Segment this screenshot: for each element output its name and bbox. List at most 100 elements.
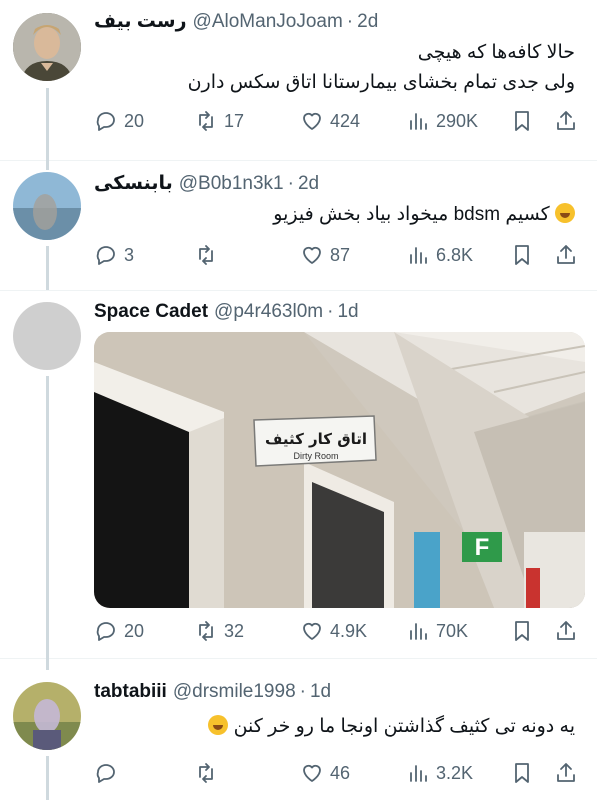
view-count: 70K xyxy=(436,620,469,641)
like-count: 4.9K xyxy=(330,620,368,641)
reply-button[interactable] xyxy=(94,758,124,788)
views-icon xyxy=(410,623,427,640)
views-icon xyxy=(410,765,427,782)
action-bar: 46 3.2K xyxy=(94,758,589,788)
reply-button[interactable]: 3 xyxy=(94,240,134,270)
retweet-button[interactable]: 32 xyxy=(194,616,244,646)
exit-sign-letter: F xyxy=(475,534,490,561)
timestamp[interactable]: 2d xyxy=(357,8,378,36)
bookmark-icon xyxy=(515,111,529,131)
bookmark-button[interactable] xyxy=(510,240,534,270)
views-button[interactable]: 6.8K xyxy=(406,240,473,270)
user-handle[interactable]: @AloManJoJoam xyxy=(193,8,343,36)
display-name[interactable]: tabtabiii xyxy=(94,678,167,706)
timestamp[interactable]: 1d xyxy=(337,298,358,326)
views-button[interactable]: 3.2K xyxy=(406,758,473,788)
share-button[interactable] xyxy=(554,616,578,646)
share-icon xyxy=(557,111,575,130)
bookmark-icon xyxy=(515,245,529,265)
tweet-header: رست بیف @AloManJoJoam · 2d xyxy=(94,8,585,36)
views-button[interactable]: 70K xyxy=(406,616,468,646)
crying-laughing-emoji-icon xyxy=(208,715,229,735)
thread-line xyxy=(46,246,49,290)
separator-dot: · xyxy=(299,681,306,702)
like-icon xyxy=(303,246,321,264)
reply-count: 3 xyxy=(124,244,135,265)
reply-icon xyxy=(96,246,115,265)
view-count: 3.2K xyxy=(436,762,474,783)
retweet-icon xyxy=(199,111,213,131)
retweet-icon xyxy=(199,763,213,783)
like-button[interactable]: 46 xyxy=(300,758,350,788)
tweet-2[interactable]: بابنسکی @B0b1n3k1 · 2d کسیم bdsm میخواد … xyxy=(0,160,597,290)
share-icon xyxy=(557,763,575,782)
bookmark-icon xyxy=(515,763,529,783)
like-count: 46 xyxy=(330,762,351,783)
thread-line xyxy=(46,160,49,170)
timestamp[interactable]: 1d xyxy=(310,678,331,706)
share-icon xyxy=(557,621,575,640)
tweet-text-line: حالا کافه‌ها که هیچی xyxy=(417,42,575,63)
timestamp[interactable]: 2d xyxy=(298,170,319,198)
bookmark-button[interactable] xyxy=(510,106,534,136)
retweet-count: 32 xyxy=(224,620,245,641)
views-icon xyxy=(410,113,427,130)
action-bar: 3 87 6.8K xyxy=(94,240,589,270)
like-icon xyxy=(303,622,321,640)
tweet-photo[interactable]: اتاق کار کثیف Dirty Room F xyxy=(94,332,585,608)
tweet-text: کسیم bdsm میخواد بیاد بخش فیزیو xyxy=(94,200,575,230)
avatar[interactable] xyxy=(13,172,81,240)
separator-dot: · xyxy=(287,173,294,194)
reply-button[interactable]: 20 xyxy=(94,616,144,646)
user-handle[interactable]: @drsmile1998 xyxy=(173,678,296,706)
tweet-header: Space Cadet @p4r463l0m · 1d xyxy=(94,298,585,326)
view-count: 290K xyxy=(436,110,479,131)
bookmark-button[interactable] xyxy=(510,616,534,646)
like-icon xyxy=(303,112,321,130)
user-handle[interactable]: @B0b1n3k1 xyxy=(179,170,284,198)
retweet-count: 17 xyxy=(224,110,245,131)
like-button[interactable]: 424 xyxy=(300,106,360,136)
bookmark-icon xyxy=(515,621,529,641)
retweet-button[interactable]: 17 xyxy=(194,106,244,136)
action-bar: 20 32 4.9K 70K xyxy=(94,616,589,646)
reply-icon xyxy=(96,764,115,783)
tweet-header: بابنسکی @B0b1n3k1 · 2d xyxy=(94,170,585,198)
tweet-text-line: کسیم bdsm میخواد بیاد بخش فیزیو xyxy=(273,204,550,225)
share-icon xyxy=(557,245,575,264)
view-count: 6.8K xyxy=(436,244,474,265)
reply-icon xyxy=(96,112,115,131)
like-icon xyxy=(303,764,321,782)
like-count: 87 xyxy=(330,244,351,265)
like-button[interactable]: 4.9K xyxy=(300,616,367,646)
avatar[interactable] xyxy=(13,302,81,370)
tweet-text: حالا کافه‌ها که هیچی ولی جدی تمام بخشای … xyxy=(94,38,575,98)
share-button[interactable] xyxy=(554,106,578,136)
avatar[interactable] xyxy=(13,13,81,81)
separator-dot: · xyxy=(346,11,354,32)
display-name[interactable]: Space Cadet xyxy=(94,298,208,326)
separator-dot: · xyxy=(327,301,334,322)
like-count: 424 xyxy=(330,110,361,131)
reply-button[interactable]: 20 xyxy=(94,106,144,136)
retweet-button[interactable] xyxy=(194,240,224,270)
like-button[interactable]: 87 xyxy=(300,240,350,270)
display-name[interactable]: بابنسکی xyxy=(94,170,173,198)
thread-line xyxy=(46,88,49,160)
views-button[interactable]: 290K xyxy=(406,106,478,136)
avatar[interactable] xyxy=(13,682,81,750)
thread-line xyxy=(46,658,49,670)
laughing-emoji-icon xyxy=(555,203,575,223)
sign-english-text: Dirty Room xyxy=(293,451,338,461)
bookmark-button[interactable] xyxy=(510,758,534,788)
tweet-1[interactable]: رست بیف @AloManJoJoam · 2d حالا کافه‌ها … xyxy=(0,0,597,160)
tweet-4[interactable]: tabtabiii @drsmile1998 · 1d یه دونه تی ک… xyxy=(0,658,597,800)
reply-count: 20 xyxy=(124,620,145,641)
tweet-header: tabtabiii @drsmile1998 · 1d xyxy=(94,678,585,706)
tweet-text-line: یه دونه تی کثیف گذاشتن اونجا ما رو خر کن… xyxy=(233,716,575,737)
share-button[interactable] xyxy=(554,240,578,270)
share-button[interactable] xyxy=(554,758,578,788)
user-handle[interactable]: @p4r463l0m xyxy=(214,298,323,326)
display-name[interactable]: رست بیف xyxy=(94,8,187,36)
retweet-button[interactable] xyxy=(194,758,224,788)
